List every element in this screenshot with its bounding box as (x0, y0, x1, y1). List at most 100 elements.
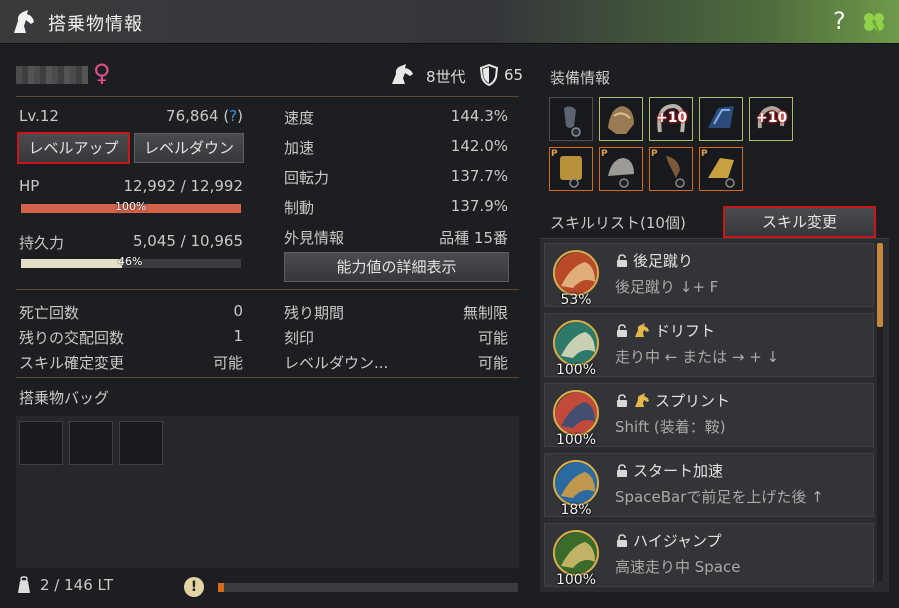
leveldown-label: レベルダウン... (284, 354, 389, 372)
skill-item[interactable]: 100% ドリフト走り中 ← または → + ↓ (544, 313, 874, 378)
skill-mastery: 53% (560, 292, 592, 308)
hp-value: 12,992 / 12,992 (123, 177, 243, 195)
mount-exp-fill (218, 583, 224, 592)
help-button[interactable]: ? (833, 7, 846, 35)
equip-slot-stirrup[interactable] (549, 97, 593, 141)
skill-list-title: スキルリスト(10個) (550, 214, 686, 232)
skill-name: ハイジャンプ (633, 532, 722, 550)
bag-slot[interactable] (69, 421, 113, 465)
skill-icon (553, 320, 599, 366)
skill-name: ドリフト (655, 322, 716, 340)
unlock-icon (617, 534, 627, 547)
skill-command: 高速走り中 Space (615, 558, 741, 576)
unlock-icon (617, 464, 627, 477)
stamp-value: 可能 (477, 329, 508, 347)
pearl-badge: P (601, 149, 608, 159)
mount-name-censored (16, 66, 88, 84)
skill-change-button[interactable]: スキル変更 (723, 206, 876, 238)
bag-title: 搭乗物バッグ (19, 389, 110, 407)
stamina-value: 5,045 / 10,965 (132, 232, 243, 250)
accel-label: 加速 (284, 139, 315, 157)
pearl-badge: P (651, 149, 658, 159)
bag-weight: 2 / 146 LT (40, 576, 113, 594)
breeding-value: 1 (233, 327, 243, 345)
name-row: ♀ 8世代 65 (16, 59, 524, 90)
skill-command: 後足蹴り ↓+ F (615, 278, 719, 296)
skill-list: 53% 後足蹴り 後足蹴り ↓+ F 100% ドリフト 走り中 ← または → + ↓ 1… (540, 238, 889, 592)
bag-slot[interactable] (19, 421, 63, 465)
skill-mastery: 100% (555, 362, 597, 378)
skill-icon (553, 530, 599, 576)
title-bar: 搭乗物情報 ? (0, 0, 899, 44)
warning-icon[interactable]: ! (184, 577, 204, 597)
equip-slot-pearl-stirrup[interactable]: P (649, 147, 693, 191)
female-icon: ♀ (93, 59, 111, 87)
skill-command: SpaceBarで前足を上げた後 ↑ (615, 488, 824, 506)
skill-command: Shift (装着：鞍) (615, 418, 726, 436)
stamina-bar: 46% (21, 255, 241, 268)
skill-change-value: 可能 (212, 354, 243, 372)
skill-mastery: 100% (555, 432, 597, 448)
divider (16, 377, 519, 378)
skill-name: スプリント (655, 392, 731, 410)
exp-help-icon[interactable]: ? (229, 107, 237, 125)
enhancement-label: +10 (656, 110, 688, 126)
skill-item[interactable]: 53% 後足蹴り 後足蹴り ↓+ F (544, 243, 874, 308)
level: Lv.12 (19, 107, 59, 125)
horse-icon (392, 64, 413, 84)
equip-slot-pearl-saddle[interactable]: P (599, 147, 643, 191)
pearl-badge: P (551, 149, 558, 159)
horse-head-icon (14, 10, 34, 33)
skill-item[interactable]: 18% スタート加速 SpaceBarで前足を上げた後 ↑ (544, 453, 874, 518)
skill-item[interactable]: 100% スプリント Shift (装着：鞍) (544, 383, 874, 448)
detail-stats-button[interactable]: 能力値の詳細表示 (284, 252, 509, 282)
clover-icon[interactable] (860, 8, 888, 36)
weight-icon (18, 576, 30, 593)
equip-slot-barding[interactable] (699, 97, 743, 141)
appearance-value: 品種 15番 (439, 229, 508, 247)
horse-skill-icon (635, 393, 649, 407)
leveldown-value: 可能 (477, 354, 508, 372)
equipment-title: 装備情報 (550, 69, 611, 87)
equip-slot-saddle[interactable] (599, 97, 643, 141)
stamina-bar-fill (21, 259, 123, 268)
appearance-label: 外見情報 (284, 229, 345, 247)
speed-label: 速度 (284, 109, 315, 127)
hp-percent: 100% (115, 200, 147, 213)
saddle-icon (608, 106, 634, 134)
mount-bag (16, 416, 519, 568)
deaths-label: 死亡回数 (19, 304, 80, 322)
level-up-button[interactable]: レベルアップ (17, 132, 130, 164)
skill-mastery: 18% (560, 502, 592, 518)
deaths-value: 0 (233, 302, 243, 320)
skill-command: 走り中 ← または → + ↓ (615, 348, 780, 366)
window-title: 搭乗物情報 (48, 14, 143, 35)
equip-slot-champron[interactable]: +10 (749, 97, 793, 141)
stirrup-icon (564, 106, 581, 137)
unlock-icon (617, 324, 627, 337)
unlock-icon (617, 394, 627, 407)
equip-slot-pearl-armor[interactable]: P (549, 147, 593, 191)
hp-bar: 100% (21, 200, 241, 213)
skill-icon (553, 390, 599, 436)
skill-icon (553, 250, 599, 296)
accel-value: 142.0% (450, 137, 508, 155)
enhancement-label: +10 (756, 110, 788, 126)
pearl-badge: P (701, 149, 708, 159)
skill-scrollbar[interactable] (877, 243, 883, 581)
turn-label: 回転力 (284, 169, 330, 187)
skill-item[interactable]: 100% ハイジャンプ 高速走り中 Space (544, 523, 874, 588)
divider (16, 289, 519, 290)
barding-icon (708, 106, 734, 128)
scrollbar-thumb[interactable] (877, 243, 883, 327)
skill-icon (553, 460, 599, 506)
breeding-label: 残りの交配回数 (19, 329, 125, 347)
stamina-label: 持久力 (19, 234, 65, 252)
skill-name: スタート加速 (633, 462, 724, 480)
speed-value: 144.3% (450, 107, 508, 125)
equip-slot-pearl-horseshoe[interactable]: P (699, 147, 743, 191)
bag-slot[interactable] (119, 421, 163, 465)
defense-value: 65 (504, 66, 524, 84)
level-down-button[interactable]: レベルダウン (134, 133, 244, 163)
equip-slot-horseshoe[interactable]: +10 (649, 97, 693, 141)
